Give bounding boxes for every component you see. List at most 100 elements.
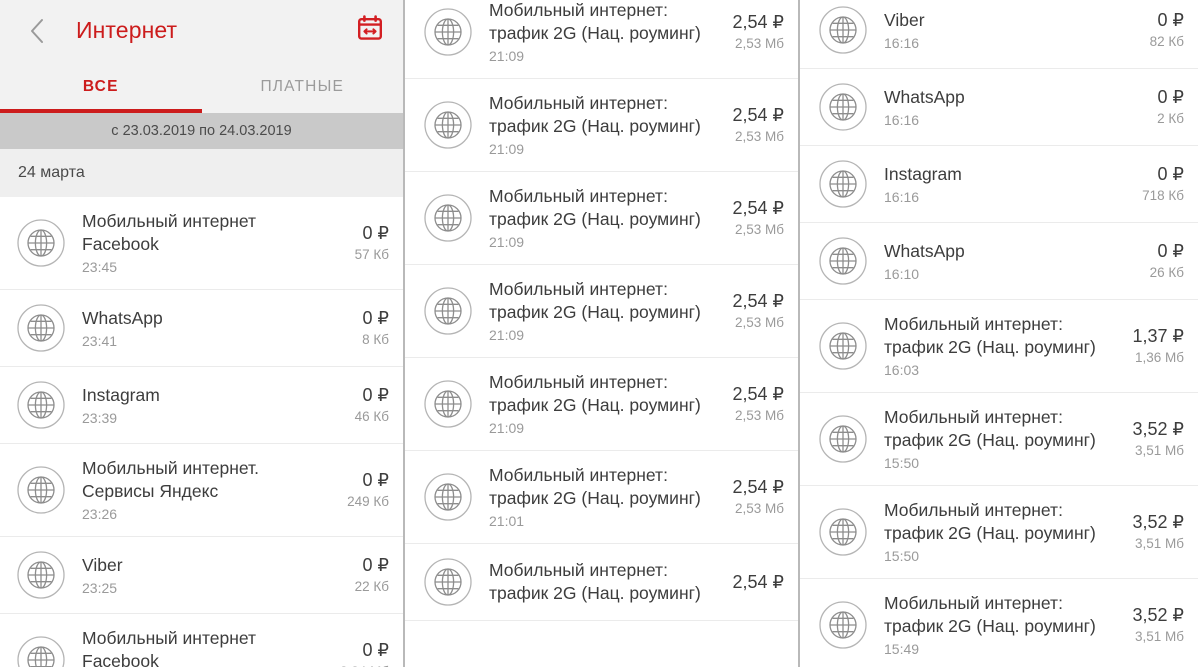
row-amount: 0 ₽ <box>1157 241 1184 261</box>
globe-icon <box>818 159 868 209</box>
table-row[interactable]: Мобильный интернет. Сервисы Яндекс 23:26 0… <box>0 444 403 537</box>
row-title: Мобильный интернет: трафик 2G (Нац. роум… <box>884 407 1096 450</box>
row-volume: 718 Кб <box>1142 188 1184 203</box>
row-title: Мобильный интернет. Сервисы Яндекс <box>82 458 259 501</box>
day-section-header: 24 марта <box>0 149 403 197</box>
table-row[interactable]: Мобильный интернет: трафик 2G (Нац. роум… <box>405 0 798 79</box>
globe-icon <box>16 380 66 430</box>
row-right: 2,54 ₽ 2,53 Мб <box>710 104 785 146</box>
row-volume: 2,53 Мб <box>734 36 784 51</box>
column-1: Интернет ВСЕ ПЛАТНЫЕ с 23.03.2019 по 24.… <box>0 0 405 667</box>
row-amount: 0 ₽ <box>1157 164 1184 184</box>
table-row[interactable]: Viber 23:25 0 ₽ 22 Кб <box>0 537 403 614</box>
row-main: Мобильный интернет: трафик 2G (Нац. роум… <box>489 92 710 158</box>
globe-icon <box>423 557 473 607</box>
row-title: WhatsApp <box>82 307 163 328</box>
app-header: Интернет <box>0 0 403 61</box>
row-volume: 2,53 Мб <box>734 501 784 516</box>
table-row[interactable]: Instagram 16:16 0 ₽ 718 Кб <box>800 146 1198 223</box>
row-main: Instagram 23:39 <box>82 384 315 427</box>
row-time: 15:50 <box>884 455 920 471</box>
row-time: 21:09 <box>489 141 525 157</box>
row-title: Мобильный интернет Facebook <box>82 628 257 667</box>
globe-icon <box>16 465 66 515</box>
row-right: 2,54 ₽ 2,53 Мб <box>710 476 785 518</box>
table-row[interactable]: Мобильный интернет: трафик 2G (Нац. роум… <box>405 451 798 544</box>
transaction-list-1: Мобильный интернет Facebook 23:45 0 ₽ 57 Кб… <box>0 197 403 667</box>
table-row[interactable]: WhatsApp 16:10 0 ₽ 26 Кб <box>800 223 1198 300</box>
table-row[interactable]: Мобильный интернет Facebook22:45 0 ₽ 2,34 … <box>0 614 403 667</box>
tab-all[interactable]: ВСЕ <box>0 61 202 113</box>
table-row[interactable]: WhatsApp 16:16 0 ₽ 2 Кб <box>800 69 1198 146</box>
row-volume: 1,36 Мб <box>1134 350 1184 365</box>
row-volume: 2 Кб <box>1157 111 1184 126</box>
date-range-bar[interactable]: с 23.03.2019 по 24.03.2019 <box>0 113 403 149</box>
tab-paid[interactable]: ПЛАТНЫЕ <box>202 61 404 113</box>
table-row[interactable]: Мобильный интернет Facebook 23:45 0 ₽ 57 Кб <box>0 197 403 290</box>
row-title: Viber <box>884 9 925 30</box>
table-row[interactable]: Мобильный интернет: трафик 2G (Нац. роум… <box>800 393 1198 486</box>
row-amount: 2,54 ₽ <box>732 477 785 497</box>
row-time: 21:09 <box>489 420 525 436</box>
row-volume: 2,34 Мб <box>315 663 389 667</box>
calendar-range-button[interactable] <box>353 14 387 48</box>
row-main: Viber 16:16 <box>884 9 1110 52</box>
row-title: Мобильный интернет: трафик 2G (Нац. роум… <box>489 560 701 603</box>
row-title: Мобильный интернет: трафик 2G (Нац. роум… <box>489 279 701 322</box>
table-row[interactable]: Мобильный интернет: трафик 2G (Нац. роум… <box>800 486 1198 579</box>
row-title: Instagram <box>884 163 962 184</box>
row-main: Мобильный интернет: трафик 2G (Нац. роум… <box>884 592 1110 658</box>
row-main: Мобильный интернет: трафик 2G (Нац. роум… <box>489 371 710 437</box>
row-time: 16:16 <box>884 188 920 205</box>
row-right: 0 ₽ 8 Кб <box>315 307 389 349</box>
row-right: 0 ₽ 46 Кб <box>315 384 389 426</box>
row-main: Мобильный интернет: трафик 2G (Нац. роум… <box>489 185 710 251</box>
row-volume: 2,53 Мб <box>734 408 784 423</box>
globe-icon <box>818 321 868 371</box>
row-title: Instagram <box>82 384 160 405</box>
row-time: 21:01 <box>489 513 525 529</box>
row-right: 0 ₽ 249 Кб <box>315 469 389 511</box>
row-main: Мобильный интернет: трафик 2G (Нац. роум… <box>489 464 710 530</box>
table-row[interactable]: Мобильный интернет: трафик 2G (Нац. роум… <box>405 79 798 172</box>
transaction-list-2: Мобильный интернет: трафик 2G (Нац. роум… <box>405 0 798 621</box>
back-button[interactable] <box>16 10 58 52</box>
row-volume: 57 Кб <box>354 247 389 262</box>
globe-icon <box>423 379 473 429</box>
row-right: 0 ₽ 718 Кб <box>1110 163 1184 205</box>
table-row[interactable]: Мобильный интернет: трафик 2G (Нац. роум… <box>405 172 798 265</box>
row-volume: 3,51 Мб <box>1134 536 1184 551</box>
table-row[interactable]: Мобильный интернет: трафик 2G (Нац. роум… <box>405 358 798 451</box>
row-volume: 249 Кб <box>347 494 389 509</box>
row-amount: 2,54 ₽ <box>732 12 785 32</box>
table-row[interactable]: Мобильный интернет: трафик 2G (Нац. роум… <box>405 265 798 358</box>
row-main: Мобильный интернет: трафик 2G (Нац. роум… <box>884 406 1110 472</box>
row-volume: 22 Кб <box>354 579 389 594</box>
row-title: WhatsApp <box>884 240 965 261</box>
row-time: 23:45 <box>82 259 118 275</box>
table-row[interactable]: Мобильный интернет: трафик 2G (Нац. роум… <box>800 579 1198 667</box>
row-volume: 2,53 Мб <box>734 222 784 237</box>
row-volume: 8 Кб <box>362 332 389 347</box>
row-title: Мобильный интернет: трафик 2G (Нац. роум… <box>489 93 701 136</box>
table-row[interactable]: Instagram 23:39 0 ₽ 46 Кб <box>0 367 403 444</box>
globe-icon <box>16 218 66 268</box>
table-row[interactable]: Мобильный интернет: трафик 2G (Нац. роум… <box>405 544 798 621</box>
table-row[interactable]: WhatsApp 23:41 0 ₽ 8 Кб <box>0 290 403 367</box>
row-main: Мобильный интернет: трафик 2G (Нац. роум… <box>884 313 1110 379</box>
row-right: 0 ₽ 26 Кб <box>1110 240 1184 282</box>
table-row[interactable]: Viber 16:16 0 ₽ 82 Кб <box>800 0 1198 69</box>
row-amount: 0 ₽ <box>362 308 389 328</box>
row-amount: 3,52 ₽ <box>1132 419 1185 439</box>
globe-icon <box>818 507 868 557</box>
globe-icon <box>16 303 66 353</box>
tab-active-indicator <box>0 109 202 113</box>
app-screen: Интернет ВСЕ ПЛАТНЫЕ с 23.03.2019 по 24.… <box>0 0 1200 667</box>
globe-icon <box>818 82 868 132</box>
row-main: Мобильный интернет: трафик 2G (Нац. роум… <box>489 0 710 65</box>
table-row[interactable]: Мобильный интернет: трафик 2G (Нац. роум… <box>800 300 1198 393</box>
row-amount: 2,54 ₽ <box>732 105 785 125</box>
row-amount: 2,54 ₽ <box>732 384 785 404</box>
row-title: Мобильный интернет: трафик 2G (Нац. роум… <box>489 0 701 43</box>
row-right: 3,52 ₽ 3,51 Мб <box>1110 418 1185 460</box>
